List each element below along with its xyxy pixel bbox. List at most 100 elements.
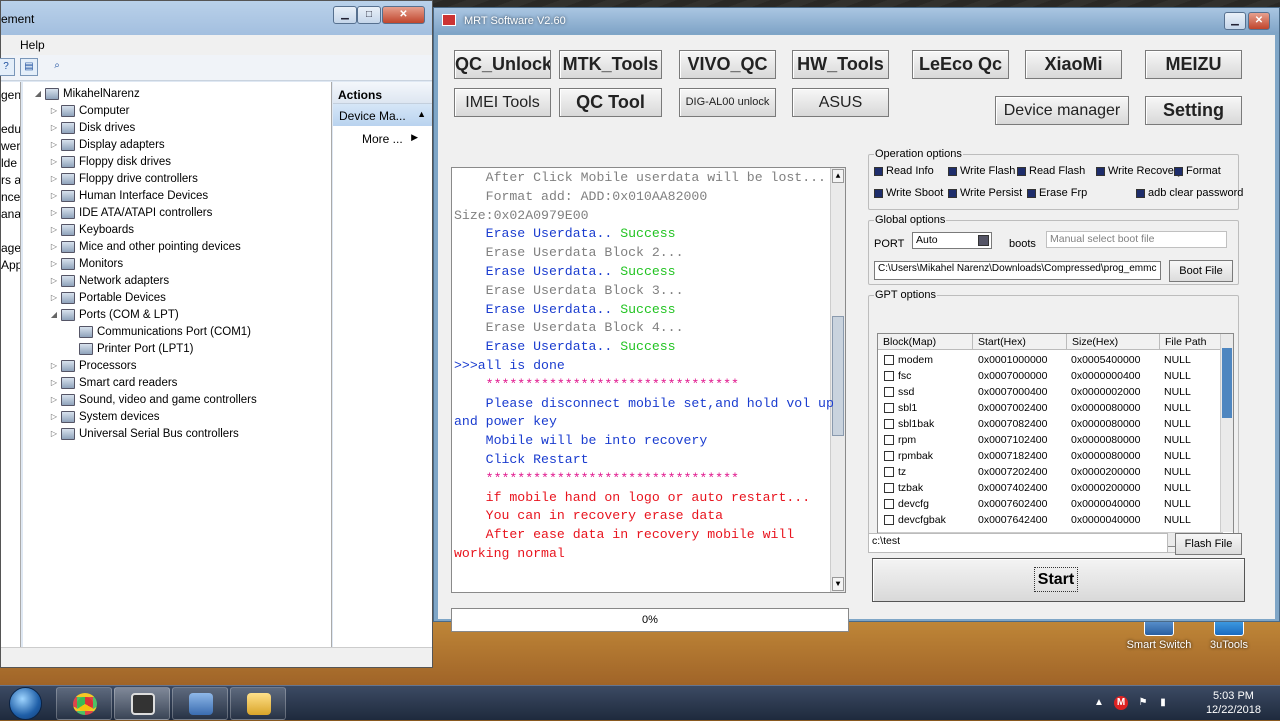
expand-icon[interactable]: ▷ [49,174,59,183]
gpt-row[interactable]: fsc 0x0007000000 0x0000000400 NULL [878,368,1223,384]
expand-icon[interactable]: ▷ [49,225,59,234]
boot-file-button[interactable]: Boot File [1169,260,1233,282]
log-scrollbar[interactable]: ▲ ▼ [830,168,845,592]
gpt-row[interactable]: tzbak 0x0007402400 0x0000200000 NULL [878,480,1223,496]
mrt-minimize-button[interactable]: ▁ [1224,12,1246,30]
tree-node[interactable]: ▷ Display adapters [49,136,165,153]
expand-icon[interactable]: ▷ [49,191,59,200]
leeco-qc-button[interactable]: LeEco Qc [912,50,1009,79]
checkbox-box[interactable] [948,166,957,176]
checkbox-box[interactable] [1027,188,1036,198]
tree-node[interactable]: Communications Port (COM1) [67,323,251,340]
checkbox-box[interactable] [1174,166,1183,176]
gpt-row-checkbox[interactable] [884,403,894,413]
gpt-vscroll-thumb[interactable] [1222,348,1232,418]
tree-node[interactable]: ▷ Smart card readers [49,374,177,391]
expand-icon[interactable]: ▷ [49,429,59,438]
scan-hardware-icon[interactable]: ⌕ [48,58,66,76]
collapse-icon[interactable]: ◢ [33,89,43,98]
tree-node[interactable]: ▷ Processors [49,357,137,374]
option-checkbox[interactable]: Read Info [874,165,934,177]
clock[interactable]: 5:03 PM 12/22/2018 [1206,689,1261,717]
gpt-row[interactable]: ssd 0x0007000400 0x0000002000 NULL [878,384,1223,400]
maximize-button[interactable]: □ [357,6,381,24]
gpt-row-checkbox[interactable] [884,467,894,477]
boot-path-input[interactable]: C:\Users\Mikahel Narenz\Downloads\Compre… [874,261,1161,280]
tree-node[interactable]: ▷ Universal Serial Bus controllers [49,425,239,442]
gpt-row-checkbox[interactable] [884,483,894,493]
tree-node[interactable]: Printer Port (LPT1) [67,340,194,357]
checkbox-box[interactable] [874,188,883,198]
setting-button[interactable]: Setting [1145,96,1242,125]
expand-icon[interactable]: ▷ [49,106,59,115]
expand-icon[interactable]: ▷ [49,293,59,302]
expand-icon[interactable]: ▷ [49,259,59,268]
checkbox-box[interactable] [948,188,957,198]
help-icon[interactable]: ? [0,58,15,76]
option-checkbox[interactable]: Format [1174,165,1221,177]
properties-icon[interactable]: ▤ [20,58,38,76]
qc-tool-button[interactable]: QC Tool [559,88,662,117]
taskbar-device-manager[interactable] [172,687,228,720]
gpt-row[interactable]: sbl1bak 0x0007082400 0x0000080000 NULL [878,416,1223,432]
gpt-header-path[interactable]: File Path [1160,334,1223,350]
asus-button[interactable]: ASUS [792,88,889,117]
gpt-header-block[interactable]: Block(Map) [878,334,973,350]
tree-node[interactable]: ▷ Computer [49,102,130,119]
option-checkbox[interactable]: Write Flash [948,165,1015,177]
expand-icon[interactable]: ▷ [49,242,59,251]
expand-icon[interactable]: ▷ [49,140,59,149]
tree-node[interactable]: ▷ Portable Devices [49,289,166,306]
tree-node[interactable]: ▷ Network adapters [49,272,169,289]
gpt-row[interactable]: rpmbak 0x0007182400 0x0000080000 NULL [878,448,1223,464]
gpt-row-checkbox[interactable] [884,435,894,445]
actions-more[interactable]: More ... ▶ [333,126,432,148]
checkbox-box[interactable] [1017,166,1026,176]
gpt-row[interactable]: modem 0x0001000000 0x0005400000 NULL [878,352,1223,368]
expand-icon[interactable]: ▷ [49,412,59,421]
scroll-up-icon[interactable]: ▲ [832,169,844,183]
option-checkbox[interactable]: adb clear password [1136,187,1243,199]
tree-node[interactable]: ▷ Human Interface Devices [49,187,208,204]
horizontal-scrollbar[interactable] [1,647,432,667]
tree-node[interactable]: ▷ Floppy disk drives [49,153,171,170]
taskbar-mrt[interactable] [114,687,170,720]
gpt-header-start[interactable]: Start(Hex) [973,334,1067,350]
tree-node[interactable]: ▷ System devices [49,408,160,425]
dig-al00-unlock-button[interactable]: DIG-AL00 unlock [679,88,776,117]
expand-icon[interactable]: ▷ [49,157,59,166]
boots-input[interactable]: Manual select boot file [1046,231,1227,248]
qc-unlock-button[interactable]: QC_Unlock [454,50,551,79]
tree-node[interactable]: ▷ Disk drives [49,119,135,136]
vivo-qc-button[interactable]: VIVO_QC [679,50,776,79]
tree-node[interactable]: ▷ Floppy drive controllers [49,170,198,187]
option-checkbox[interactable]: Write Recovery [1096,165,1183,177]
gpt-row[interactable]: devcfgbak 0x0007642400 0x0000040000 NULL [878,512,1223,528]
gpt-row[interactable]: sbl1 0x0007002400 0x0000080000 NULL [878,400,1223,416]
tree-node[interactable]: ▷ Sound, video and game controllers [49,391,257,408]
scroll-down-icon[interactable]: ▼ [832,577,844,591]
port-select[interactable]: Auto [912,232,992,249]
option-checkbox[interactable]: Write Sboot [874,187,943,199]
gpt-header-size[interactable]: Size(Hex) [1067,334,1160,350]
menu-help[interactable]: Help [20,38,45,52]
checkbox-box[interactable] [874,166,883,176]
hw-tools-button[interactable]: HW_Tools [792,50,889,79]
start-button[interactable]: Start [872,558,1245,602]
mtk-tools-button[interactable]: MTK_Tools [559,50,662,79]
xiaomi-button[interactable]: XiaoMi [1025,50,1122,79]
gpt-row-checkbox[interactable] [884,515,894,525]
expand-icon[interactable]: ▷ [49,276,59,285]
minimize-button[interactable]: ▁ [333,6,357,24]
gpt-row-checkbox[interactable] [884,499,894,509]
expand-icon[interactable]: ▷ [49,208,59,217]
collapse-up-icon[interactable]: ▲ [417,109,426,119]
network-icon[interactable]: ▮ [1156,696,1170,710]
gpt-row-checkbox[interactable] [884,387,894,397]
meizu-button[interactable]: MEIZU [1145,50,1242,79]
gpt-row-checkbox[interactable] [884,355,894,365]
device-manager-button[interactable]: Device manager [995,96,1129,125]
taskbar-explorer[interactable] [230,687,286,720]
close-button[interactable]: ✕ [382,6,425,24]
expand-icon[interactable]: ▷ [49,395,59,404]
